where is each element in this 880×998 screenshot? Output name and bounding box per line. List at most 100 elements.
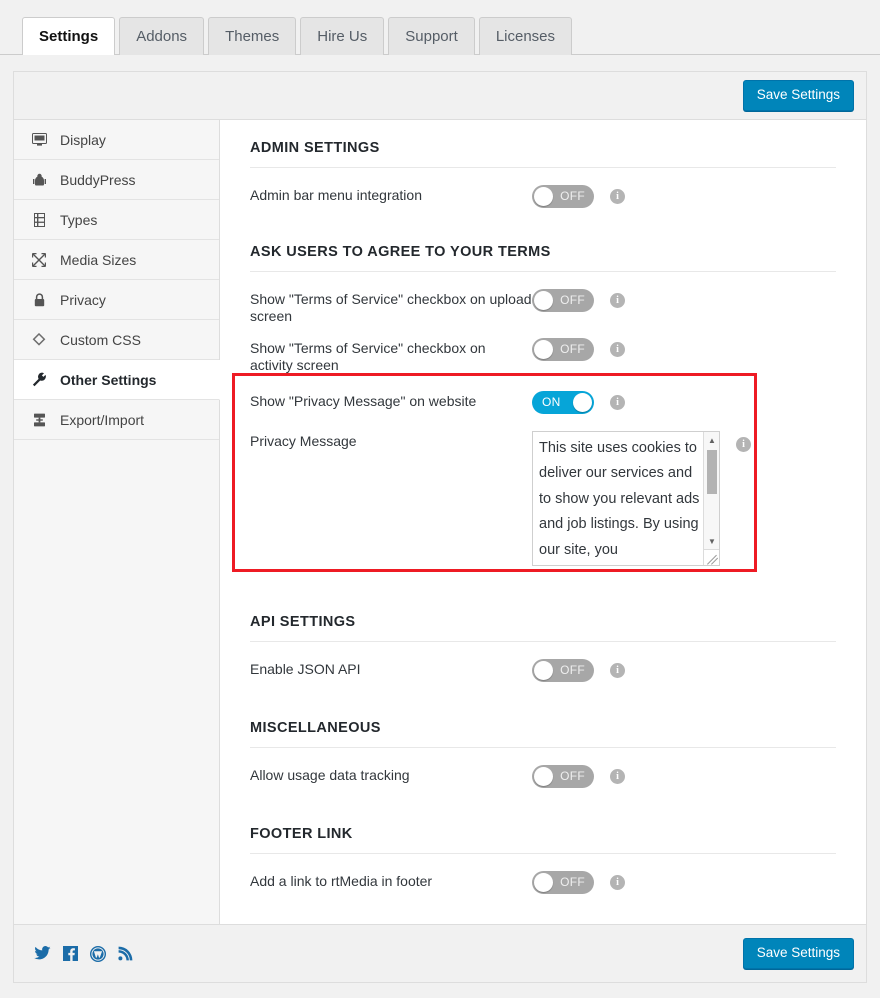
info-icon[interactable]: i	[610, 395, 625, 410]
sidebar-item-label: Media Sizes	[60, 252, 136, 268]
panel-footer: Save Settings	[14, 924, 866, 982]
toggle-state-label: OFF	[560, 289, 585, 312]
setting-row-tos-upload-screen: Show "Terms of Service" checkbox on uplo…	[250, 276, 836, 325]
info-icon[interactable]: i	[610, 875, 625, 890]
info-icon[interactable]: i	[610, 769, 625, 784]
setting-label: Enable JSON API	[250, 659, 532, 678]
twitter-icon[interactable]	[34, 946, 51, 961]
toggle-knob	[534, 340, 553, 359]
sidebar-item-custom-css[interactable]: Custom CSS	[14, 320, 219, 360]
setting-label: Show "Privacy Message" on website	[250, 391, 532, 410]
setting-label: Allow usage data tracking	[250, 765, 532, 784]
scroll-up-icon[interactable]: ▲	[704, 432, 720, 448]
section-admin-settings: Admin Settings Admin bar menu integratio…	[250, 140, 836, 208]
section-miscellaneous: Miscellaneous Allow usage data tracking …	[250, 720, 836, 788]
setting-row-tos-activity-screen: Show "Terms of Service" checkbox on acti…	[250, 325, 836, 374]
toggle-admin-bar-menu-integration[interactable]: OFF	[532, 185, 594, 208]
toggle-state-label: OFF	[560, 338, 585, 361]
save-settings-button-top[interactable]: Save Settings	[743, 80, 854, 112]
section-title: Admin Settings	[250, 140, 836, 168]
info-icon[interactable]: i	[736, 437, 751, 452]
info-icon[interactable]: i	[610, 342, 625, 357]
toggle-knob	[534, 767, 553, 786]
types-icon	[28, 212, 50, 228]
tab-licenses[interactable]: Licenses	[479, 17, 572, 55]
scroll-down-icon[interactable]: ▼	[704, 533, 720, 549]
save-settings-button-bottom[interactable]: Save Settings	[743, 938, 854, 970]
sidebar-item-export-import[interactable]: Export/Import	[14, 400, 219, 440]
toggle-state-label: OFF	[560, 871, 585, 894]
toggle-knob	[534, 661, 553, 680]
setting-row-privacy-message-textarea: Privacy Message This site uses cookies t…	[250, 414, 836, 566]
setting-row-enable-json-api: Enable JSON API OFF i	[250, 646, 836, 682]
sidebar-item-label: Custom CSS	[60, 332, 141, 348]
setting-control: OFF i	[532, 289, 625, 312]
toggle-knob	[534, 873, 553, 892]
setting-label: Show "Terms of Service" checkbox on acti…	[250, 338, 532, 374]
sidebar-item-privacy[interactable]: Privacy	[14, 280, 219, 320]
info-icon[interactable]: i	[610, 293, 625, 308]
sidebar-item-label: BuddyPress	[60, 172, 135, 188]
setting-label: Add a link to rtMedia in footer	[250, 871, 532, 890]
info-icon[interactable]: i	[610, 663, 625, 678]
section-ask-users-terms: Ask users to agree to your terms Show "T…	[250, 244, 836, 566]
scrollbar-thumb[interactable]	[707, 450, 717, 494]
sidebar-item-types[interactable]: Types	[14, 200, 219, 240]
tab-settings[interactable]: Settings	[22, 17, 115, 55]
setting-row-allow-usage-data-tracking: Allow usage data tracking OFF i	[250, 752, 836, 788]
toggle-knob	[534, 291, 553, 310]
facebook-icon[interactable]	[63, 946, 78, 961]
toggle-tos-upload-screen[interactable]: OFF	[532, 289, 594, 312]
setting-control: OFF i	[532, 871, 625, 894]
monitor-icon	[28, 132, 50, 148]
toggle-privacy-message[interactable]: ON	[532, 391, 594, 414]
resize-handle-icon[interactable]	[703, 549, 719, 565]
setting-row-privacy-message-toggle: Show "Privacy Message" on website ON i	[250, 374, 836, 414]
setting-control: OFF i	[532, 185, 625, 208]
toggle-state-label: OFF	[560, 185, 585, 208]
section-title: API Settings	[250, 614, 836, 642]
setting-control: OFF i	[532, 338, 625, 361]
tab-hire-us[interactable]: Hire Us	[300, 17, 384, 55]
section-title: Ask users to agree to your terms	[250, 244, 836, 272]
toggle-rtmedia-footer-link[interactable]: OFF	[532, 871, 594, 894]
sidebar-item-buddypress[interactable]: BuddyPress	[14, 160, 219, 200]
setting-control: ON i	[532, 391, 625, 414]
export-import-icon	[28, 412, 50, 428]
textarea-scrollbar[interactable]: ▲ ▼	[703, 432, 719, 565]
toggle-enable-json-api[interactable]: OFF	[532, 659, 594, 682]
sidebar-item-label: Types	[60, 212, 97, 228]
sidebar-item-label: Display	[60, 132, 106, 148]
sidebar-item-media-sizes[interactable]: Media Sizes	[14, 240, 219, 280]
section-footer-link: Footer Link Add a link to rtMedia in foo…	[250, 826, 836, 894]
rss-icon[interactable]	[118, 946, 133, 961]
buddypress-icon	[28, 172, 50, 188]
toggle-state-label: OFF	[560, 659, 585, 682]
setting-control: OFF i	[532, 765, 625, 788]
css-icon	[28, 332, 50, 348]
privacy-message-text: This site uses cookies to deliver our se…	[539, 436, 701, 566]
toggle-allow-usage-data-tracking[interactable]: OFF	[532, 765, 594, 788]
toggle-knob	[534, 187, 553, 206]
privacy-message-textarea[interactable]: This site uses cookies to deliver our se…	[532, 431, 720, 566]
toggle-state-label: OFF	[560, 765, 585, 788]
wordpress-icon[interactable]	[90, 946, 106, 962]
info-icon[interactable]: i	[610, 189, 625, 204]
tab-support[interactable]: Support	[388, 17, 475, 55]
toggle-state-label: ON	[542, 391, 561, 414]
toggle-tos-activity-screen[interactable]: OFF	[532, 338, 594, 361]
sidebar-item-other-settings[interactable]: Other Settings	[14, 360, 220, 400]
wrench-icon	[28, 372, 50, 388]
toggle-knob	[573, 393, 592, 412]
tab-themes[interactable]: Themes	[208, 17, 296, 55]
panel-toolbar: Save Settings	[14, 72, 866, 120]
section-title: Footer Link	[250, 826, 836, 854]
panel-body: Display BuddyPress Types Media Sizes	[14, 120, 866, 924]
tab-bar: Settings Addons Themes Hire Us Support L…	[0, 0, 880, 55]
setting-control: OFF i	[532, 659, 625, 682]
section-api-settings: API Settings Enable JSON API OFF i	[250, 614, 836, 682]
tab-addons[interactable]: Addons	[119, 17, 204, 55]
setting-control: This site uses cookies to deliver our se…	[532, 431, 751, 566]
sidebar-item-display[interactable]: Display	[14, 120, 219, 160]
social-links	[34, 946, 133, 962]
